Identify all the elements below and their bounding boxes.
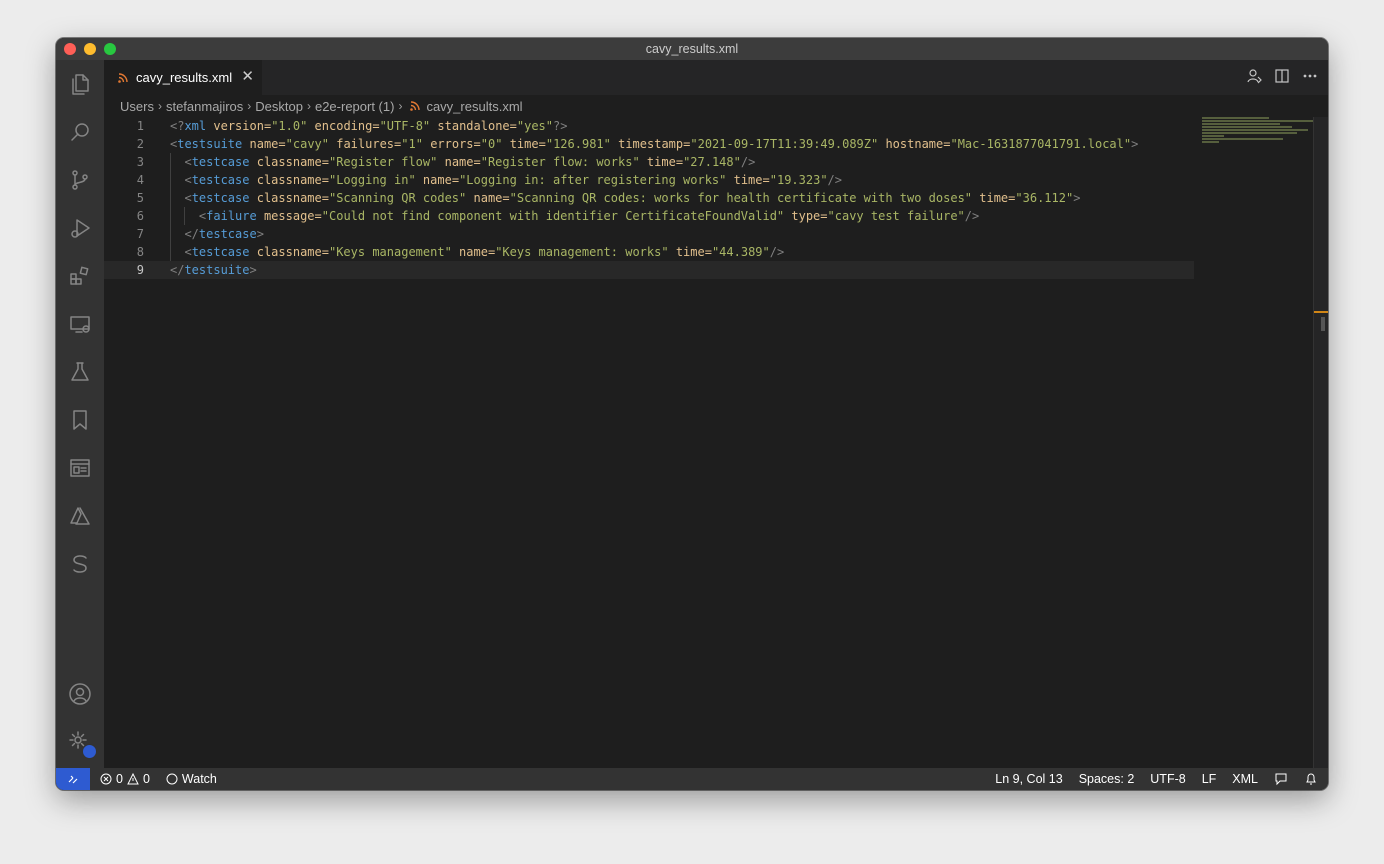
remote-indicator[interactable] — [56, 768, 90, 790]
line-number: 2 — [136, 137, 144, 151]
chevron-right-icon: › — [306, 99, 311, 113]
code-text: </testsuite> — [170, 263, 257, 277]
code-text: <testcase classname="Scanning QR codes" … — [184, 191, 1081, 205]
files-icon[interactable] — [56, 60, 104, 108]
minimap[interactable] — [1202, 117, 1314, 143]
split-editor-icon[interactable] — [1274, 68, 1290, 84]
window-title: cavy_results.xml — [645, 42, 739, 56]
scroll-thumb[interactable] — [1321, 317, 1325, 331]
status-right: Ln 9, Col 13 Spaces: 2 UTF-8 LF XML — [995, 768, 1328, 790]
breadcrumb: Users › stefanmajiros › Desktop › e2e-re… — [120, 95, 523, 117]
tab-cavy-results[interactable]: cavy_results.xml ✕ — [104, 60, 262, 95]
line-number: 6 — [136, 209, 144, 223]
close-window-button[interactable] — [64, 43, 76, 55]
error-count: 0 — [116, 772, 123, 786]
problems-indicator[interactable]: 0 0 — [100, 772, 150, 786]
code-line[interactable]: 7 </testcase> — [104, 225, 1194, 243]
code-editor[interactable]: 1 <?xml version="1.0" encoding="UTF-8" st… — [104, 117, 1194, 768]
maximize-window-button[interactable] — [104, 43, 116, 55]
remote-icon — [68, 775, 78, 784]
bookmarks-icon[interactable] — [56, 396, 104, 444]
activity-bar — [56, 60, 104, 768]
code-text: <failure message="Could not find compone… — [198, 209, 980, 223]
clock-badge-icon — [82, 744, 97, 759]
bell-icon[interactable] — [1304, 772, 1318, 786]
breadcrumb-desktop[interactable]: Desktop — [255, 99, 303, 114]
end-of-line[interactable]: LF — [1202, 772, 1217, 786]
indentation[interactable]: Spaces: 2 — [1079, 772, 1135, 786]
panel-icon[interactable] — [56, 444, 104, 492]
language-mode[interactable]: XML — [1232, 772, 1258, 786]
accounts-icon[interactable] — [56, 670, 104, 718]
line-number: 7 — [136, 227, 144, 241]
vertical-scrollbar[interactable] — [1313, 117, 1328, 768]
code-line[interactable]: 3 <testcase classname="Register flow" na… — [104, 153, 1194, 171]
line-number: 5 — [136, 191, 144, 205]
code-text: <testsuite name="cavy" failures="1" erro… — [170, 137, 1139, 151]
chevron-right-icon: › — [247, 99, 252, 113]
more-actions-icon[interactable] — [1302, 68, 1318, 84]
azure-icon[interactable] — [56, 492, 104, 540]
code-line[interactable]: 1 <?xml version="1.0" encoding="UTF-8" st… — [104, 117, 1194, 135]
editor-area: cavy_results.xml ✕ Users › stefanmajiros… — [104, 60, 1328, 768]
error-icon — [100, 773, 112, 785]
tab-close-icon[interactable]: ✕ — [241, 69, 254, 85]
code-text: <testcase classname="Register flow" name… — [184, 155, 756, 169]
code-line[interactable]: 5 <testcase classname="Scanning QR codes… — [104, 189, 1194, 207]
breadcrumb-stefanmajiros[interactable]: stefanmajiros — [166, 99, 243, 114]
minimize-window-button[interactable] — [84, 43, 96, 55]
watch-button[interactable]: Watch — [166, 772, 217, 786]
chevron-right-icon: › — [157, 99, 162, 113]
code-line[interactable]: 6 <failure message="Could not find compo… — [104, 207, 1194, 225]
rss-file-icon — [410, 101, 421, 111]
editor-actions — [1246, 68, 1318, 84]
open-changes-icon[interactable] — [1246, 68, 1262, 84]
traffic-lights — [64, 43, 116, 55]
warning-icon — [127, 773, 139, 785]
line-number: 3 — [136, 155, 144, 169]
cursor-position[interactable]: Ln 9, Col 13 — [995, 772, 1062, 786]
breadcrumb-users[interactable]: Users — [120, 99, 154, 114]
code-line[interactable]: 8 <testcase classname="Keys management" … — [104, 243, 1194, 261]
breadcrumb-e2e-report[interactable]: e2e-report (1) — [315, 99, 394, 114]
code-text: </testcase> — [184, 227, 264, 241]
code-text: <testcase classname="Logging in" name="L… — [184, 173, 842, 187]
s-icon[interactable] — [56, 540, 104, 588]
line-number: 8 — [136, 245, 144, 259]
search-icon[interactable] — [56, 108, 104, 156]
manage-icon[interactable] — [56, 718, 104, 766]
tab-label: cavy_results.xml — [136, 70, 233, 85]
code-text: <?xml version="1.0" encoding="UTF-8" sta… — [170, 119, 568, 133]
circle-icon — [166, 773, 178, 785]
testing-icon[interactable] — [56, 348, 104, 396]
source-control-icon[interactable] — [56, 156, 104, 204]
chevron-right-icon: › — [398, 99, 403, 113]
tab-bar: cavy_results.xml ✕ — [104, 60, 1328, 95]
line-number: 9 — [136, 263, 144, 277]
code-line[interactable]: 4 <testcase classname="Logging in" name=… — [104, 171, 1194, 189]
status-bar: 0 0 Watch Ln 9, Col 13 Spaces: 2 UTF-8 L… — [56, 768, 1328, 790]
code-line[interactable]: 2 <testsuite name="cavy" failures="1" err… — [104, 135, 1194, 153]
watch-label: Watch — [181, 772, 217, 786]
code-line[interactable]: 9 </testsuite> — [104, 261, 1194, 279]
encoding[interactable]: UTF-8 — [1150, 772, 1185, 786]
vscode-window: cavy_results.xml cavy_results.xml ✕ User… — [56, 38, 1328, 790]
remote-explorer-icon[interactable] — [56, 300, 104, 348]
warning-count: 0 — [142, 772, 150, 786]
run-debug-icon[interactable] — [56, 204, 104, 252]
title-bar: cavy_results.xml — [56, 38, 1328, 60]
line-number: 1 — [136, 119, 144, 133]
line-number: 4 — [136, 173, 144, 187]
extensions-icon[interactable] — [56, 252, 104, 300]
breadcrumb-file[interactable]: cavy_results.xml — [426, 99, 522, 114]
rss-file-icon — [118, 72, 128, 83]
scroll-marker — [1314, 311, 1328, 313]
code-text: <testcase classname="Keys management" na… — [184, 245, 785, 259]
feedback-icon[interactable] — [1274, 772, 1288, 786]
